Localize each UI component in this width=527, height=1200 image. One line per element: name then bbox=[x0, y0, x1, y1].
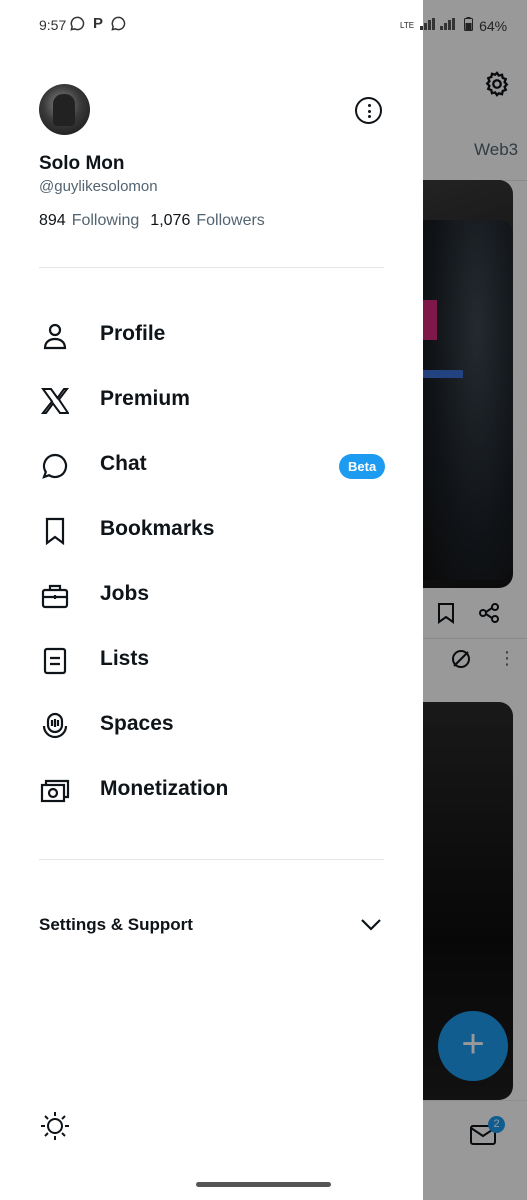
menu-item-profile[interactable]: Profile bbox=[0, 303, 423, 368]
menu-item-monetization[interactable]: Monetization bbox=[0, 758, 423, 823]
whatsapp-icon bbox=[70, 16, 85, 34]
menu-item-bookmarks[interactable]: Bookmarks bbox=[0, 498, 423, 563]
briefcase-icon bbox=[40, 581, 70, 611]
battery-icon bbox=[464, 17, 474, 34]
battery-level: 64% bbox=[479, 17, 508, 34]
whatsapp-icon bbox=[111, 16, 126, 34]
chat-bubble-icon bbox=[40, 451, 70, 481]
avatar[interactable] bbox=[39, 84, 90, 135]
menu-item-spaces[interactable]: Spaces bbox=[0, 693, 423, 758]
profile-name[interactable]: Solo Mon bbox=[39, 153, 124, 175]
followers-label[interactable]: Followers bbox=[196, 212, 264, 230]
account-more-button[interactable] bbox=[355, 97, 382, 124]
following-count[interactable]: 894 bbox=[39, 212, 66, 230]
follow-stats: 894 Following 1,076 Followers bbox=[39, 212, 276, 230]
menu-item-jobs[interactable]: Jobs bbox=[0, 563, 423, 628]
divider bbox=[39, 267, 384, 268]
chevron-down-icon[interactable] bbox=[360, 917, 382, 933]
navigation-drawer: Solo Mon @guylikesolomon 894 Following 1… bbox=[0, 0, 423, 1200]
divider bbox=[39, 859, 384, 860]
profile-handle: @guylikesolomon bbox=[39, 178, 158, 195]
list-icon bbox=[40, 646, 70, 676]
p-icon: P bbox=[93, 15, 104, 32]
menu-item-premium[interactable]: Premium bbox=[0, 368, 423, 433]
bookmark-icon bbox=[40, 516, 70, 546]
gesture-home-bar[interactable] bbox=[196, 1182, 331, 1187]
beta-badge: Beta bbox=[339, 454, 386, 479]
x-logo-icon bbox=[40, 386, 70, 416]
menu-item-lists[interactable]: Lists bbox=[0, 628, 423, 693]
settings-support-toggle[interactable]: Settings & Support bbox=[39, 915, 193, 935]
drawer-menu: Profile Premium Chat Beta Bookmarks Jobs… bbox=[0, 303, 423, 823]
network-label: LTE bbox=[400, 21, 415, 30]
status-bar: 9:57 P LTE 64% bbox=[0, 0, 527, 52]
following-label[interactable]: Following bbox=[72, 212, 140, 230]
signal-icon bbox=[420, 18, 458, 33]
theme-toggle-icon[interactable] bbox=[39, 1110, 71, 1142]
money-icon bbox=[40, 776, 70, 806]
status-time: 9:57 bbox=[39, 17, 67, 33]
person-icon bbox=[40, 321, 70, 351]
followers-count[interactable]: 1,076 bbox=[150, 212, 190, 230]
menu-item-chat[interactable]: Chat Beta bbox=[0, 433, 423, 498]
spaces-icon bbox=[40, 711, 70, 741]
